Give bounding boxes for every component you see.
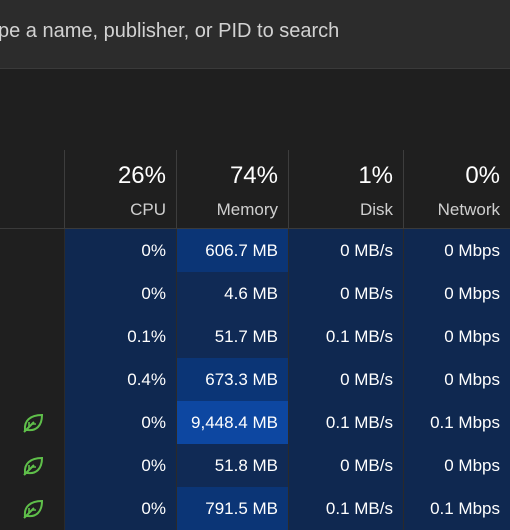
command-bar [0, 69, 510, 150]
table-row[interactable]: 0% 791.5 MB 0.1 MB/s 0.1 Mbps [0, 487, 510, 530]
network-cell: 0 Mbps [403, 229, 510, 272]
disk-cell: 0.1 MB/s [288, 315, 403, 358]
cpu-cell: 0% [64, 401, 176, 444]
network-cell: 0 Mbps [403, 358, 510, 401]
network-cell: 0 Mbps [403, 444, 510, 487]
cpu-cell: 0% [64, 229, 176, 272]
disk-cell: 0 MB/s [288, 229, 403, 272]
column-header-memory[interactable]: 74% Memory [176, 150, 288, 228]
table-row[interactable]: 0.1% 51.7 MB 0.1 MB/s 0 Mbps [0, 315, 510, 358]
leaf-icon [20, 497, 46, 521]
cpu-column-label: CPU [130, 200, 166, 219]
cpu-cell: 0% [64, 272, 176, 315]
disk-column-label: Disk [359, 200, 393, 219]
network-cell: 0.1 Mbps [403, 487, 510, 530]
search-box[interactable]: ype a name, publisher, or PID to search [0, 0, 510, 69]
table-row[interactable]: 0% 4.6 MB 0 MB/s 0 Mbps [0, 272, 510, 315]
disk-cell: 0.1 MB/s [288, 401, 403, 444]
memory-column-label: Memory [216, 200, 278, 219]
network-cell: 0 Mbps [403, 315, 510, 358]
cpu-cell: 0.1% [64, 315, 176, 358]
network-cell: 0 Mbps [403, 272, 510, 315]
memory-cell: 51.7 MB [176, 315, 288, 358]
column-header-row: 26% CPU 74% Memory 1% Disk 0% Network [0, 150, 510, 229]
memory-cell: 51.8 MB [176, 444, 288, 487]
memory-cell: 4.6 MB [176, 272, 288, 315]
leaf-icon [20, 454, 46, 478]
cpu-cell: 0.4% [64, 358, 176, 401]
memory-total-percent: 74% [229, 162, 278, 189]
memory-cell: 673.3 MB [176, 358, 288, 401]
search-placeholder: ype a name, publisher, or PID to search [0, 20, 340, 42]
leaf-icon [20, 411, 46, 435]
disk-cell: 0 MB/s [288, 358, 403, 401]
network-cell: 0.1 Mbps [403, 401, 510, 444]
column-header-network[interactable]: 0% Network [403, 150, 510, 228]
memory-cell: 9,448.4 MB [176, 401, 288, 444]
memory-cell: 791.5 MB [176, 487, 288, 530]
cpu-total-percent: 26% [117, 162, 166, 189]
cpu-cell: 0% [64, 444, 176, 487]
column-header-cpu[interactable]: 26% CPU [64, 150, 176, 228]
network-total-percent: 0% [465, 162, 500, 189]
disk-cell: 0 MB/s [288, 444, 403, 487]
disk-total-percent: 1% [358, 162, 393, 189]
disk-cell: 0.1 MB/s [288, 487, 403, 530]
table-row[interactable]: 0% 9,448.4 MB 0.1 MB/s 0.1 Mbps [0, 401, 510, 444]
column-header-disk[interactable]: 1% Disk [288, 150, 403, 228]
table-row[interactable]: 0.4% 673.3 MB 0 MB/s 0 Mbps [0, 358, 510, 401]
network-column-label: Network [437, 200, 500, 219]
memory-cell: 606.7 MB [176, 229, 288, 272]
cpu-cell: 0% [64, 487, 176, 530]
table-row[interactable]: 0% 51.8 MB 0 MB/s 0 Mbps [0, 444, 510, 487]
disk-cell: 0 MB/s [288, 272, 403, 315]
table-row[interactable]: 0% 606.7 MB 0 MB/s 0 Mbps [0, 229, 510, 272]
